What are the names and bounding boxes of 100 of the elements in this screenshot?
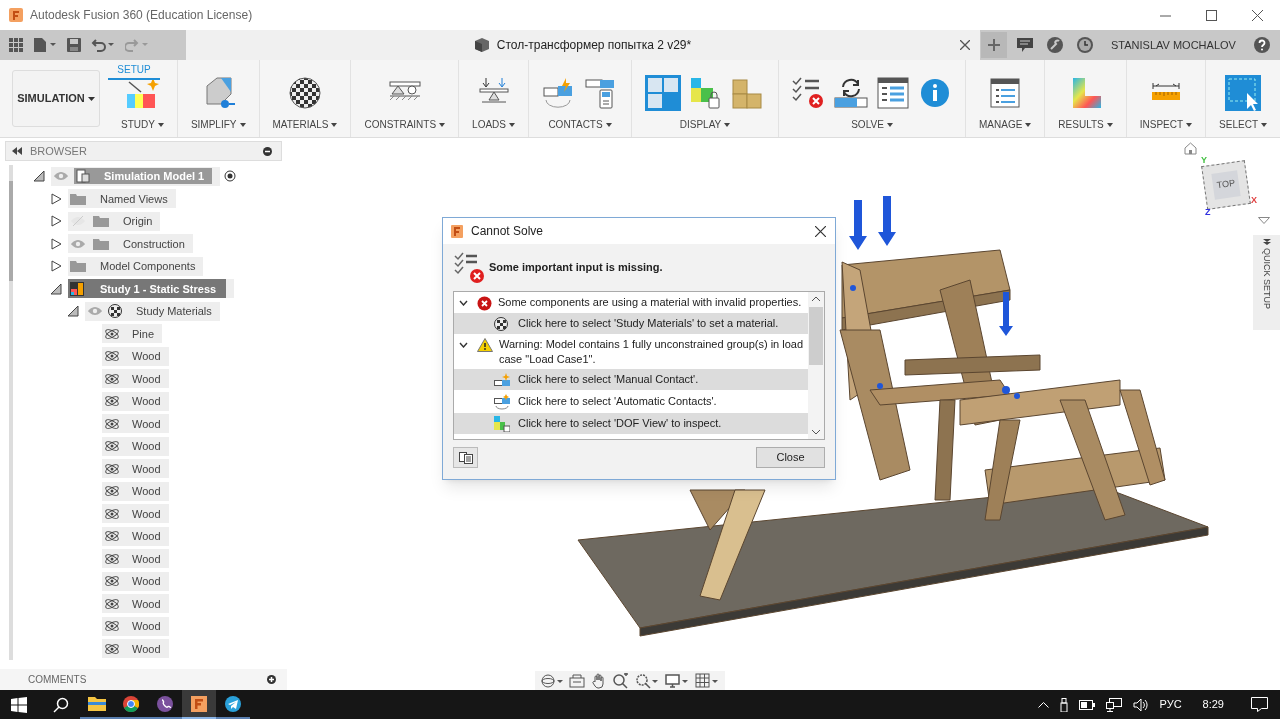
search-icon[interactable]	[53, 696, 69, 713]
tree-item[interactable]: Wood	[102, 504, 169, 524]
tree-item[interactable]: Wood	[102, 616, 169, 636]
tree-item[interactable]: Wood	[102, 571, 169, 591]
collapsed-triangle-icon[interactable]	[50, 215, 62, 228]
scrollbar-thumb[interactable]	[809, 307, 823, 365]
toolbar-menu-button[interactable]: LOADS	[472, 117, 515, 132]
toolbar-menu-button[interactable]: SELECT	[1219, 117, 1267, 132]
tree-item[interactable]: Pine	[102, 324, 163, 344]
expanded-triangle-icon[interactable]	[33, 170, 45, 183]
help-icon[interactable]	[1254, 37, 1270, 53]
tree-item[interactable]: Wood	[102, 481, 169, 501]
chevron-down-icon[interactable]	[459, 300, 468, 306]
close-button[interactable]: Close	[756, 447, 825, 468]
folder-icon[interactable]	[88, 696, 106, 711]
clock-time[interactable]: 8:29	[1202, 696, 1224, 713]
close-icon[interactable]	[815, 225, 826, 237]
orbit-icon[interactable]	[541, 674, 563, 688]
expanded-triangle-icon[interactable]	[67, 305, 79, 318]
start-icon[interactable]	[11, 696, 27, 713]
save-icon[interactable]	[67, 38, 81, 52]
collapsed-triangle-icon[interactable]	[50, 192, 62, 205]
browser-icon[interactable]	[123, 695, 139, 712]
wrench-icon[interactable]	[1047, 37, 1063, 53]
volume-icon[interactable]	[1132, 697, 1149, 712]
tree-item[interactable]: Wood	[102, 369, 169, 389]
blocks-icon[interactable]	[731, 76, 765, 110]
tree-item[interactable]: Wood	[102, 391, 169, 411]
tree-item[interactable]: Wood	[102, 526, 169, 546]
tree-item[interactable]: Wood	[102, 594, 169, 614]
zoom-window-icon[interactable]	[635, 673, 659, 689]
paper-plane-icon[interactable]	[225, 695, 241, 712]
issue-action[interactable]: Click here to select 'Manual Contact'.	[454, 369, 808, 390]
toolbar-menu-button[interactable]: CONTACTS	[548, 117, 612, 132]
collapsed-triangle-icon[interactable]	[50, 237, 62, 250]
list-window-icon[interactable]	[876, 76, 910, 110]
sync-icon[interactable]	[834, 76, 868, 110]
comment-icon[interactable]	[1017, 38, 1033, 52]
tree-item[interactable]: Wood	[102, 639, 169, 659]
copy-button[interactable]	[453, 447, 478, 468]
minus-circle-icon[interactable]	[263, 146, 272, 156]
checker-sphere-icon[interactable]	[287, 76, 322, 110]
chevron-up-icon[interactable]	[1037, 701, 1049, 708]
toolbar-menu-button[interactable]: INSPECT	[1139, 117, 1193, 132]
display-layout-icon[interactable]	[645, 75, 681, 111]
file-icon[interactable]	[33, 38, 57, 52]
tree-item[interactable]: Wood	[102, 346, 169, 366]
phone-bubble-icon[interactable]	[157, 695, 173, 712]
language-indicator[interactable]: РУС	[1159, 696, 1182, 713]
look-at-icon[interactable]	[569, 674, 585, 688]
notifications-icon[interactable]	[1251, 697, 1268, 712]
quick-setup-panel[interactable]: QUICK SETUP	[1253, 235, 1280, 330]
collapsed-triangle-icon[interactable]	[50, 260, 62, 273]
tree-item[interactable]: Named Views	[68, 189, 176, 209]
home-icon[interactable]	[1184, 142, 1197, 155]
issue-action[interactable]: Click here to select 'DOF View' to inspect.	[454, 413, 808, 434]
manage-icon[interactable]	[988, 76, 1023, 110]
tree-item[interactable]: Wood	[102, 459, 169, 479]
toolbar-menu-button[interactable]: DISPLAY	[679, 117, 731, 132]
new-tab-button[interactable]	[981, 32, 1007, 58]
app-logo-icon[interactable]	[191, 695, 207, 712]
tree-item[interactable]: Study 1 - Static Stress	[68, 279, 235, 299]
tree-item[interactable]: Origin	[68, 211, 161, 231]
select-box-icon[interactable]	[1225, 75, 1262, 111]
toolbar-menu-button[interactable]: MANAGE	[979, 117, 1032, 132]
toolbar-menu-button[interactable]: MATERIALS	[272, 117, 338, 132]
toolbar-menu-button[interactable]: RESULTS	[1058, 117, 1113, 132]
scroll-up-icon[interactable]	[812, 296, 820, 301]
tree-item[interactable]: Construction	[68, 234, 193, 254]
grid-icon[interactable]	[695, 673, 719, 689]
document-tab[interactable]: Стол-трансформер попытка 2 v29*	[186, 30, 980, 60]
add-comment-icon[interactable]	[267, 675, 276, 684]
scroll-down-icon[interactable]	[812, 430, 820, 435]
radio-target-icon[interactable]	[224, 170, 237, 183]
zoom-icon[interactable]	[613, 673, 629, 689]
clock-icon[interactable]	[1077, 37, 1093, 53]
chevron-down-icon[interactable]	[459, 342, 468, 348]
toolbar-menu-button[interactable]: STUDY	[121, 117, 164, 132]
tree-item[interactable]: Wood	[102, 414, 169, 434]
tree-item[interactable]: Model Components	[68, 256, 204, 276]
collapse-icon[interactable]	[12, 147, 22, 155]
display-settings-icon[interactable]	[665, 673, 689, 689]
apps-grid-icon[interactable]	[9, 38, 23, 52]
info-icon[interactable]	[918, 76, 952, 110]
pan-hand-icon[interactable]	[591, 673, 607, 689]
usb-drive-icon[interactable]	[1059, 697, 1068, 712]
toolbar-menu-button[interactable]: SIMPLIFY	[190, 117, 246, 132]
checklist-error-icon[interactable]	[792, 76, 826, 110]
network-icon[interactable]	[1105, 697, 1122, 712]
issue-action[interactable]: Click here to select 'Study Materials' to set a material.	[454, 313, 808, 334]
undo-icon[interactable]	[91, 38, 115, 52]
dof-view-icon[interactable]	[689, 76, 723, 110]
dropdown-icon[interactable]	[1258, 217, 1270, 224]
toolbar-menu-button[interactable]: CONSTRAINTS	[364, 117, 446, 132]
close-tab-icon[interactable]	[960, 40, 970, 50]
expanded-triangle-icon[interactable]	[50, 282, 62, 295]
toolbar-menu-button[interactable]: SOLVE	[851, 117, 893, 132]
tree-item[interactable]: Wood	[102, 436, 169, 456]
workspace-switcher[interactable]: SIMULATION	[12, 70, 100, 127]
tree-item[interactable]: Wood	[102, 549, 169, 569]
